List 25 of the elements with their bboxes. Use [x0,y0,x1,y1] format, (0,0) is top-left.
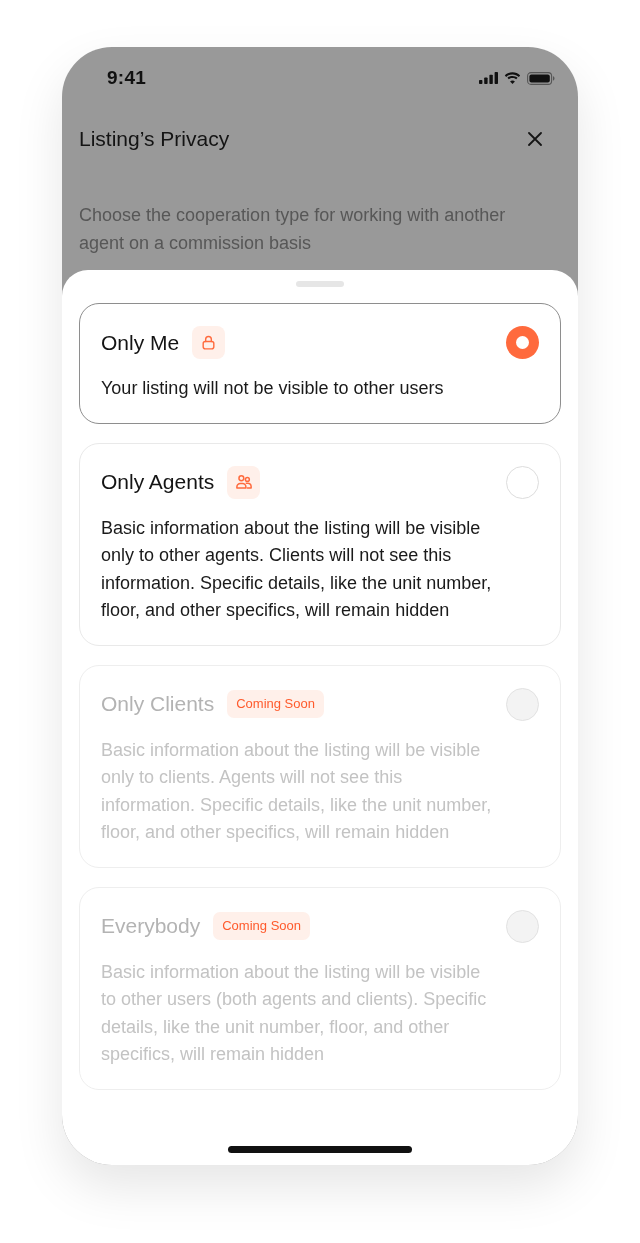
screen-subtitle: Choose the cooperation type for working with another agent on a commission basis [79,204,507,255]
option-description: Your listing will not be visible to other users [101,377,445,400]
lock-icon [192,326,226,359]
signal-icon [479,72,498,84]
wifi-icon [504,72,521,84]
option-title: Only Clients [101,691,215,718]
status-time: 9:41 [107,65,147,90]
option-card[interactable] [79,442,561,646]
radio-button[interactable] [506,326,539,359]
coming-soon-badge: Coming Soon [213,912,310,940]
battery-icon [527,71,555,85]
close-icon [528,132,542,146]
option-title: Only Me [101,329,180,356]
option-card[interactable]: Only Me Your listing will not be visible to other users [79,303,561,424]
option-description: Basic information about the listing will be visible only to clients. Agents will not see this information. Specific details, like the unit number, floor, and other specifics, will remain hidden [101,738,493,844]
close-button[interactable] [527,131,543,147]
option-description: Basic information about the listing will be visible only to other agents. Clients will not see this information. Specific details, like the unit number, floor, and other specifics, will remain hidden [101,516,493,622]
screen-title: Listing’s Privacy [79,126,230,153]
radio-button[interactable] [506,465,539,499]
option-title: Only Agents [101,469,215,496]
users-icon [227,465,261,499]
drag-handle[interactable] [296,281,344,287]
coming-soon-badge: Coming Soon [227,690,324,718]
option-description: Basic information about the listing will be visible to other users (both agents and clients). Specific details, like the unit number, floor, and other specifics, will remain hidden [101,960,488,1066]
option-title: Everybody [101,913,201,940]
